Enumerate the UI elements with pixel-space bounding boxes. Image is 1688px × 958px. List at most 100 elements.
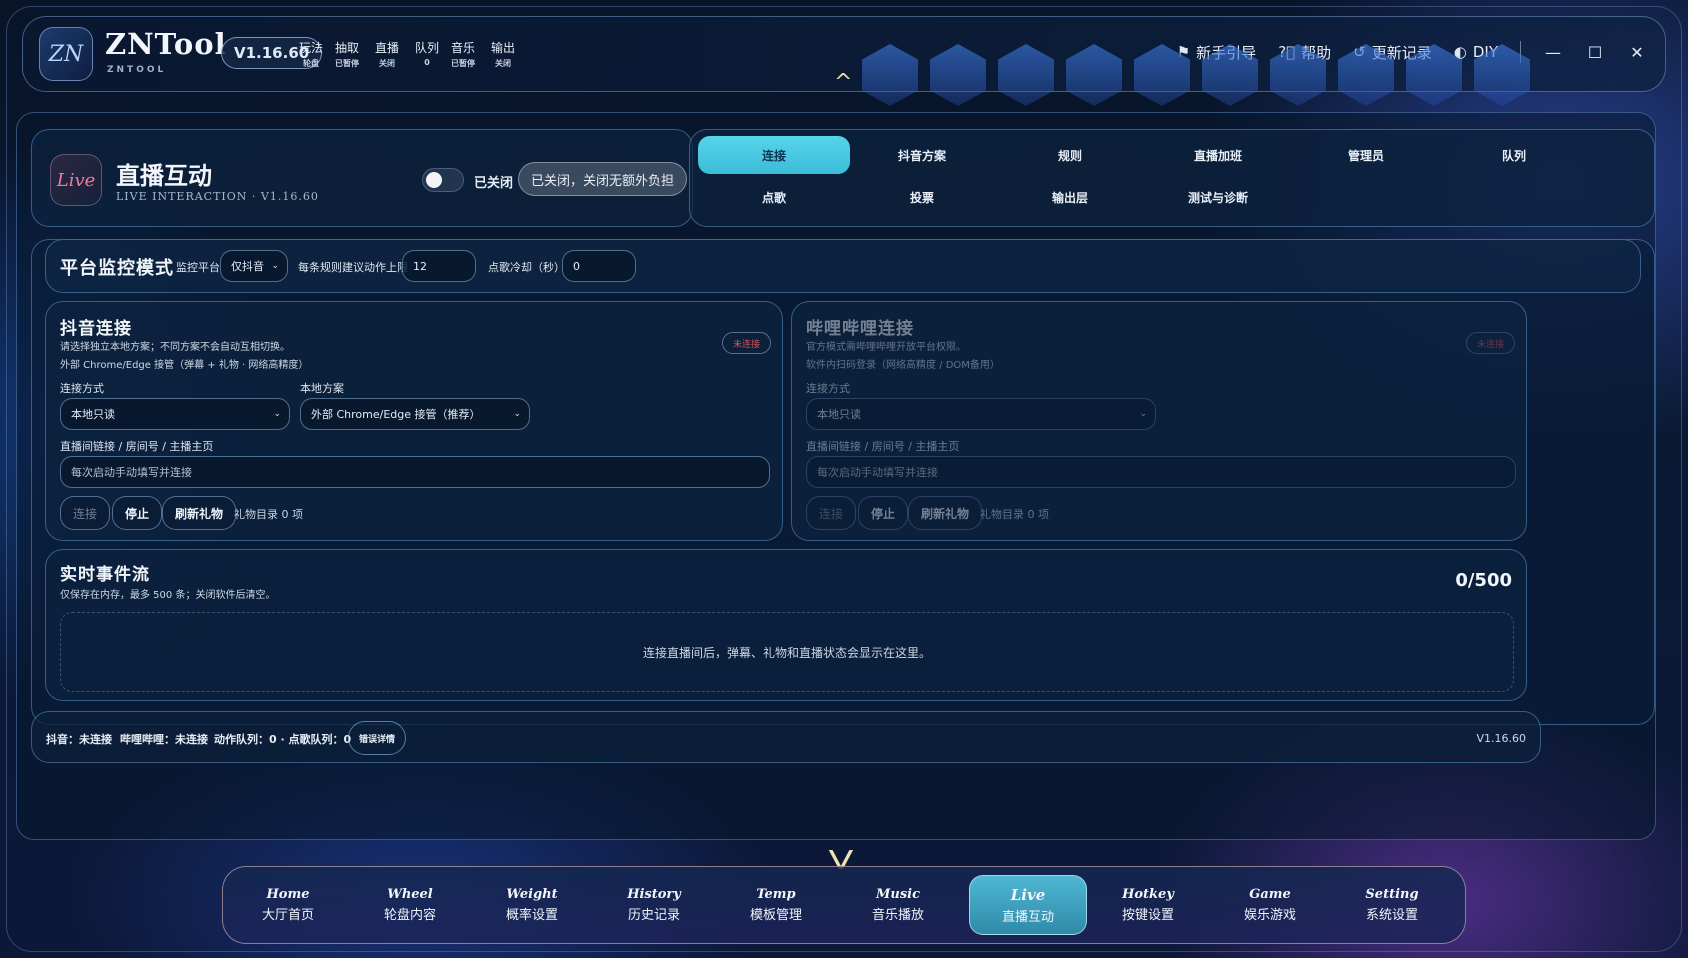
tab-overtime[interactable]: 直播加班	[1142, 136, 1294, 174]
bilibili-title: 哔哩哔哩连接	[806, 319, 914, 339]
method-label: 连接方式	[806, 382, 850, 395]
method-value: 本地只读	[817, 408, 861, 421]
nav-wheel[interactable]: Wheel 轮盘内容	[351, 875, 469, 935]
nav-hotkey[interactable]: Hotkey 按键设置	[1089, 875, 1207, 935]
connect-button[interactable]: 连接	[806, 496, 857, 530]
tab-queue[interactable]: 队列	[1438, 136, 1590, 174]
status-output[interactable]: 输出 关闭	[491, 39, 515, 69]
nav-home[interactable]: Home 大厅首页	[229, 875, 347, 935]
connect-button[interactable]: 连接	[60, 496, 111, 530]
chevron-down-icon: ⌄	[271, 261, 279, 271]
nav-en: Hotkey	[1122, 887, 1174, 902]
room-input[interactable]: 每次启动手动填写并连接	[60, 456, 770, 488]
bottom-nav: Home 大厅首页 Wheel 轮盘内容 Weight 概率设置 History…	[222, 866, 1466, 944]
method-select[interactable]: 本地只读 ⌄	[60, 398, 290, 430]
maximize-button[interactable]: ☐	[1585, 43, 1605, 62]
status-music[interactable]: 音乐 已暂停	[451, 39, 475, 69]
live-state-pill: 已关闭，关闭无额外负担	[518, 162, 688, 196]
events-empty-text: 连接直播间后，弹幕、礼物和直播状态会显示在这里。	[642, 645, 931, 660]
main-container: Live 直播互动 LIVE INTERACTION · V1.16.60 已关…	[16, 112, 1656, 840]
decorative-hexagons	[862, 44, 1530, 106]
tab-rules[interactable]: 规则	[994, 136, 1146, 174]
refresh-gifts-button[interactable]: 刷新礼物	[162, 496, 237, 530]
app-subtitle: ZNTOOL	[107, 65, 167, 75]
nav-live[interactable]: Live 直播互动	[969, 875, 1087, 935]
bilibili-card: 哔哩哔哩连接 官方模式需哔哩哔哩开放平台权限。 软件内扫码登录（网络高精度 / …	[791, 301, 1527, 541]
status-value: 关闭	[379, 59, 395, 68]
collapse-up-icon[interactable]: ^	[834, 70, 852, 95]
douyin-desc-2: 外部 Chrome/Edge 接管（弹幕 + 礼物 · 网络高精度）	[60, 360, 309, 371]
status-value: 轮盘	[303, 59, 319, 68]
status-bar: 抖音：未连接 哔哩哔哩：未连接 动作队列：0 · 点歌队列：0 错误详情 V1.…	[31, 711, 1541, 763]
tab-douyin-scheme[interactable]: 抖音方案	[846, 136, 998, 174]
monitor-bar: 平台监控模式 监控平台 仅抖音 ⌄ 每条规则建议动作上限 12 点歌冷却（秒） …	[45, 239, 1641, 293]
nav-cn: 历史记录	[627, 908, 680, 923]
chevron-down-icon: ⌄	[513, 409, 521, 419]
toggle-label: 已关闭	[474, 176, 514, 191]
bilibili-desc-2: 软件内扫码登录（网络高精度 / DOM备用）	[806, 360, 1000, 371]
scheme-value: 外部 Chrome/Edge 接管（推荐）	[311, 408, 481, 421]
refresh-gifts-button[interactable]: 刷新礼物	[908, 496, 983, 530]
nav-en: Temp	[756, 887, 796, 902]
nav-en: Home	[266, 887, 310, 902]
app-name: ZNTool	[105, 27, 227, 61]
live-header-card: Live 直播互动 LIVE INTERACTION · V1.16.60 已关…	[31, 129, 693, 227]
nav-en: Music	[875, 887, 920, 902]
status-label: 输出	[491, 41, 516, 55]
status-play[interactable]: 玩法 轮盘	[299, 39, 323, 69]
nav-cn: 概率设置	[505, 908, 558, 923]
events-list[interactable]: 连接直播间后，弹幕、礼物和直播状态会显示在这里。	[60, 612, 1514, 692]
douyin-title: 抖音连接	[60, 319, 132, 339]
douyin-status: 抖音：未连接	[46, 733, 112, 746]
room-input[interactable]: 每次启动手动填写并连接	[806, 456, 1516, 488]
tab-connect[interactable]: 连接	[698, 136, 850, 174]
nav-en: History	[627, 887, 681, 902]
status-value: 关闭	[495, 59, 511, 68]
tab-admins[interactable]: 管理员	[1290, 136, 1442, 174]
nav-history[interactable]: History 历史记录	[595, 875, 713, 935]
room-label: 直播间链接 / 房间号 / 主播主页	[60, 440, 214, 453]
method-select[interactable]: 本地只读 ⌄	[806, 398, 1156, 430]
error-details-button[interactable]: 错误详情	[348, 721, 407, 755]
status-value: 已暂停	[335, 59, 359, 68]
scheme-select[interactable]: 外部 Chrome/Edge 接管（推荐） ⌄	[300, 398, 530, 430]
close-button[interactable]: ✕	[1627, 43, 1647, 62]
nav-weight[interactable]: Weight 概率设置	[473, 875, 591, 935]
nav-cn: 系统设置	[1365, 908, 1418, 923]
nav-en: Live	[1010, 885, 1046, 904]
stop-button[interactable]: 停止	[858, 496, 909, 530]
events-title: 实时事件流	[60, 565, 150, 585]
nav-music[interactable]: Music 音乐播放	[839, 875, 957, 935]
tab-diagnostics[interactable]: 测试与诊断	[1142, 178, 1294, 216]
platform-select[interactable]: 仅抖音 ⌄	[220, 250, 288, 282]
page-subtitle: LIVE INTERACTION · V1.16.60	[116, 190, 319, 203]
platform-label: 监控平台	[176, 261, 220, 274]
douyin-desc-1: 请选择独立本地方案；不同方案不会自动互相切换。	[60, 342, 290, 353]
nav-en: Wheel	[387, 887, 433, 902]
status-label: 抽取	[335, 41, 360, 55]
live-toggle[interactable]	[422, 168, 464, 192]
status-draw[interactable]: 抽取 已暂停	[335, 39, 359, 69]
nav-cn: 大厅首页	[261, 908, 314, 923]
status-queue[interactable]: 队列 0	[415, 39, 439, 67]
nav-setting[interactable]: Setting 系统设置	[1333, 875, 1451, 935]
limit-input[interactable]: 12	[402, 250, 476, 282]
minimize-button[interactable]: —	[1543, 43, 1563, 62]
tab-song-request[interactable]: 点歌	[698, 178, 850, 216]
nav-en: Weight	[506, 887, 558, 902]
bilibili-status: 哔哩哔哩：未连接	[120, 733, 208, 746]
tab-output-layer[interactable]: 输出层	[994, 178, 1146, 216]
tab-vote[interactable]: 投票	[846, 178, 998, 216]
page-title: 直播互动	[116, 162, 212, 190]
bilibili-desc-1: 官方模式需哔哩哔哩开放平台权限。	[806, 342, 966, 353]
toggle-knob	[426, 172, 442, 188]
stop-button[interactable]: 停止	[112, 496, 163, 530]
platform-value: 仅抖音	[231, 260, 264, 273]
scheme-label: 本地方案	[300, 382, 344, 395]
nav-cn: 娱乐游戏	[1243, 908, 1296, 923]
events-count: 0/500	[1455, 570, 1512, 591]
nav-game[interactable]: Game 娱乐游戏	[1211, 875, 1329, 935]
cooldown-input[interactable]: 0	[562, 250, 636, 282]
nav-template[interactable]: Temp 模板管理	[717, 875, 835, 935]
status-live[interactable]: 直播 关闭	[375, 39, 399, 69]
